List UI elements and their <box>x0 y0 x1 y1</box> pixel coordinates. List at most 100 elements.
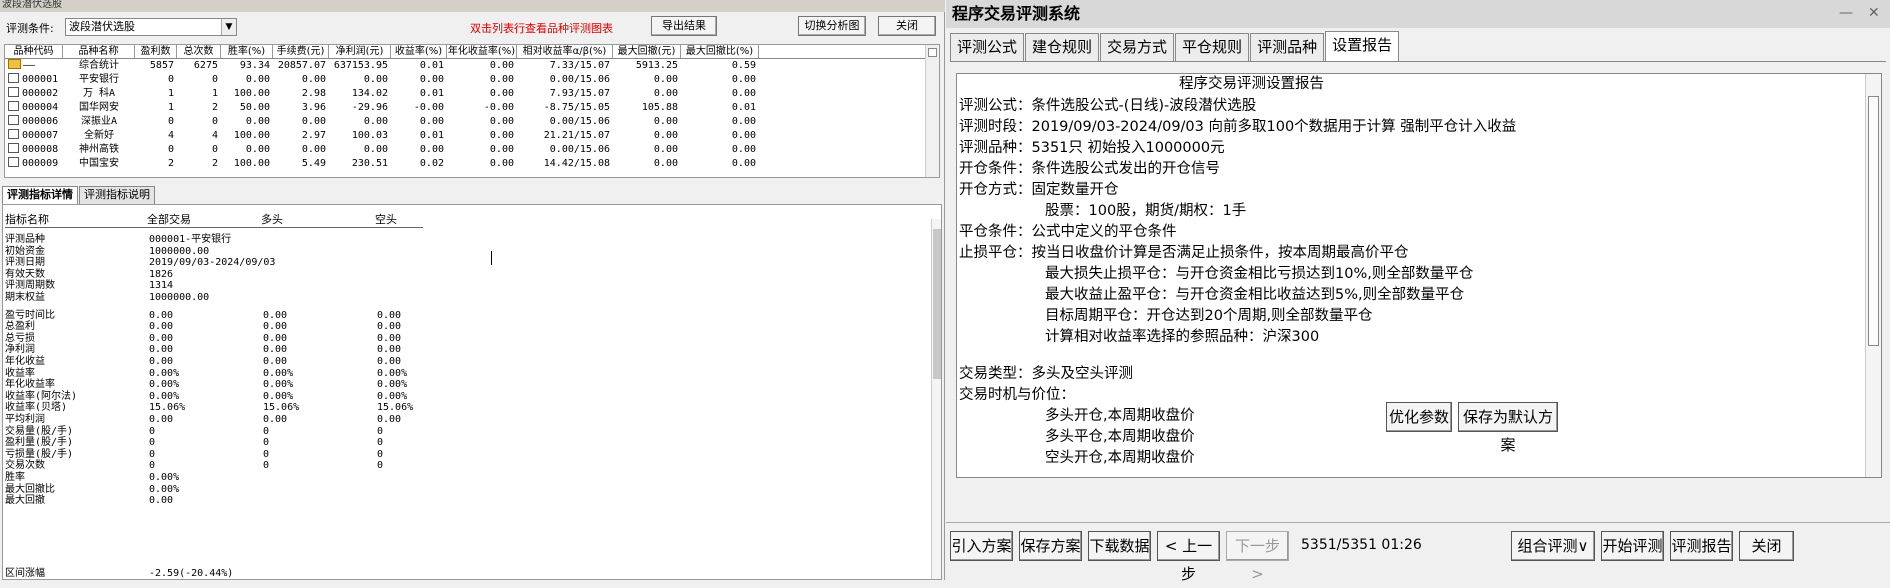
table-cell: 0.00 <box>613 129 681 143</box>
table-cell: 1 <box>177 87 221 101</box>
combo-test-button[interactable]: 组合评测∨ <box>1511 531 1595 561</box>
column-header[interactable]: 收益率(%) <box>391 45 447 58</box>
table-cell: 0.00 <box>447 157 517 171</box>
table-cell: 0.00 <box>681 73 759 87</box>
report-scrollbar[interactable] <box>1865 74 1881 477</box>
right-close-button[interactable]: 关闭 <box>1739 531 1794 561</box>
cell-text: 20857.07 <box>277 60 326 71</box>
tab-metrics-explain[interactable]: 评测指标说明 <box>79 186 155 204</box>
table-row[interactable]: 000008 神州高铁 0 0 0.00 0.00 0.00 0.00 0.00 0.00/15.… <box>5 143 939 157</box>
condition-select[interactable]: 波段潜伏选股 ▼ <box>65 18 237 36</box>
switch-chart-button[interactable]: 切换分析图 <box>798 16 866 36</box>
cell-text: 0.00 <box>489 158 514 169</box>
import-plan-button[interactable]: 引入方案 <box>950 531 1013 561</box>
row-checkbox[interactable] <box>8 87 19 97</box>
export-button[interactable]: 导出结果 <box>651 16 717 36</box>
minimize-icon[interactable]: — <box>1839 5 1853 21</box>
result-table[interactable]: 品种代码 品种名称 盈利数 总次数 胜率(%) 手续费(元) 净利润(元) 收益率(%) 年化收… <box>4 44 940 178</box>
cell-text: 100.00 <box>233 88 270 99</box>
table-cell: 0.00 <box>613 143 681 157</box>
detail-label: 评测日期 <box>5 257 45 269</box>
detail-label: 收益率(阿尔法) <box>5 390 78 402</box>
table-cell: 000009 <box>5 157 63 171</box>
cell-text: 0.00 <box>653 116 678 127</box>
cell-text: 1 <box>167 88 174 99</box>
row-checkbox[interactable] <box>8 73 19 83</box>
table-cell: 0.00 <box>447 73 517 87</box>
table-row[interactable]: 000004 国华网安 1 2 50.00 3.96 -29.96 -0.00 -0.00 -8.… <box>5 101 939 115</box>
row-checkbox[interactable] <box>8 129 19 139</box>
cell-text: 深振业A <box>80 116 118 127</box>
detail-scrollbar[interactable] <box>931 219 941 579</box>
column-header[interactable]: 总次数 <box>177 45 221 58</box>
column-header[interactable]: 盈利数 <box>135 45 177 58</box>
cell-text: 0 <box>211 116 218 127</box>
column-header[interactable]: 胜率(%) <box>221 45 273 58</box>
column-header[interactable]: 品种名称 <box>63 45 135 58</box>
detail-label: 胜率 <box>5 472 25 483</box>
start-test-button[interactable]: 开始评测 <box>1601 531 1664 561</box>
detail-scroll-thumb[interactable] <box>933 229 941 379</box>
cell-text: -29.96 <box>351 102 388 113</box>
detail-label: 年化收益 <box>5 356 45 367</box>
table-scrollbar[interactable] <box>925 45 939 177</box>
cell-text: 000004 <box>22 102 59 113</box>
column-header[interactable]: 年化收益率(%) <box>447 45 517 58</box>
report-scroll-thumb[interactable] <box>1868 96 1879 346</box>
table-row[interactable]: —— 综合统计 5857 6275 93.34 20857.07 637153.95 0.01… <box>5 59 939 73</box>
chevron-down-icon[interactable]: ▼ <box>221 19 236 35</box>
save-plan-button[interactable]: 保存方案 <box>1019 531 1082 561</box>
tab-trade-mode[interactable]: 交易方式 <box>1100 33 1175 61</box>
tab-formula[interactable]: 评测公式 <box>950 33 1025 61</box>
tab-metrics-detail[interactable]: 评测指标详情 <box>2 186 78 204</box>
tab-close-rules[interactable]: 平仓规则 <box>1175 33 1250 61</box>
table-row[interactable]: 000001 平安银行 0 0 0.00 0.00 0.00 0.00 0.00 0.00/15.… <box>5 73 939 87</box>
column-header[interactable]: 相对收益率α/β(%) <box>517 45 613 58</box>
cell-text: 0.00 <box>245 116 270 127</box>
optimize-button[interactable]: 优化参数 <box>1386 402 1452 432</box>
tab-symbols[interactable]: 评测品种 <box>1250 33 1325 61</box>
table-cell: -0.00 <box>447 101 517 115</box>
table-cell: 2 <box>177 101 221 115</box>
table-cell: -29.96 <box>329 101 391 115</box>
report-line: 交易时机与价位： <box>959 387 1075 403</box>
cell-text: 0.00/15.06 <box>549 116 610 127</box>
column-header[interactable]: 净利润(元) <box>329 45 391 58</box>
row-checkbox[interactable] <box>8 157 19 167</box>
save-default-button[interactable]: 保存为默认方案 <box>1458 402 1558 454</box>
cell-text: 0.01 <box>731 102 756 113</box>
download-data-button[interactable]: 下载数据 <box>1088 531 1151 561</box>
test-report-button[interactable]: 评测报告 <box>1670 531 1733 561</box>
tab-settings-report[interactable]: 设置报告 <box>1325 31 1400 61</box>
column-header[interactable]: 最大回撤比(%) <box>681 45 759 58</box>
table-row[interactable]: 000002 万 科A 1 1 100.00 2.98 134.02 0.01 0.00 7.93… <box>5 87 939 101</box>
table-cell: 4 <box>177 129 221 143</box>
cell-text: 0.00/15.06 <box>549 144 610 155</box>
scroll-box[interactable] <box>928 48 937 57</box>
detail-header-long: 多头 <box>261 213 283 226</box>
column-header[interactable]: 品种代码 <box>5 45 63 58</box>
next-step-button[interactable]: 下一步 > <box>1226 531 1289 583</box>
detail-label: 亏损量(股/手) <box>5 448 74 460</box>
column-header[interactable]: 最大回撤(元) <box>613 45 681 58</box>
table-cell: 0 <box>177 143 221 157</box>
table-header: 品种代码 品种名称 盈利数 总次数 胜率(%) 手续费(元) 净利润(元) 收益率(%) 年化收… <box>5 45 939 59</box>
report-line: 平仓条件：公式中定义的平仓条件 <box>959 224 1177 240</box>
row-checkbox[interactable] <box>8 143 19 153</box>
table-row[interactable]: 000007 全新好 4 4 100.00 2.97 100.03 0.01 0.00 21.21… <box>5 129 939 143</box>
table-row[interactable]: 000006 深振业A 0 0 0.00 0.00 0.00 0.00 0.00 0.00/15.… <box>5 115 939 129</box>
table-cell: 93.34 <box>221 59 273 73</box>
table-cell: 0.59 <box>681 59 759 73</box>
prev-step-button[interactable]: < 上一步 <box>1157 531 1220 583</box>
row-checkbox[interactable] <box>8 101 19 111</box>
table-cell: 0.00 <box>391 115 447 129</box>
close-icon[interactable]: ✕ <box>1868 5 1880 21</box>
table-cell: 0.00 <box>681 115 759 129</box>
left-close-button[interactable]: 关闭 <box>878 16 936 36</box>
row-checkbox[interactable] <box>8 115 19 125</box>
table-row[interactable]: 000009 中国宝安 2 2 100.00 5.49 230.51 0.02 0.00 14.4… <box>5 157 939 171</box>
column-header[interactable]: 手续费(元) <box>273 45 329 58</box>
table-cell: 2 <box>135 157 177 171</box>
cell-text: 6275 <box>193 60 218 71</box>
tab-open-rules[interactable]: 建仓规则 <box>1025 33 1100 61</box>
